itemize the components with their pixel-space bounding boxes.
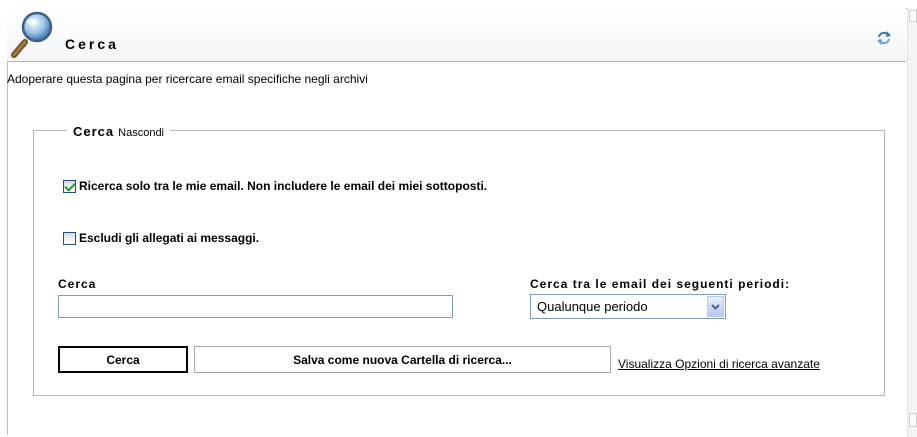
scroll-down-arrow[interactable] [909,413,917,427]
hide-toggle-link[interactable]: Nascondi [118,126,164,140]
period-selected-value: Qualunque periodo [537,299,648,314]
exclude-attachments-label[interactable]: Escludi gli allegati ai messaggi. [79,231,259,245]
period-label: Cerca tra le email dei seguenti periodi: [530,277,791,291]
fieldset-legend: Cerca Nascondi [67,125,170,140]
search-input[interactable] [58,295,453,318]
exclude-attachments-checkbox[interactable] [63,231,76,245]
vertical-scrollbar[interactable] [907,8,917,437]
magnifier-icon [11,11,53,58]
legend-title: Cerca [73,124,115,139]
exclude-attachments-option[interactable]: Escludi gli allegati ai messaggi. [63,231,259,245]
search-button[interactable]: Cerca [58,346,188,373]
period-select[interactable]: Qualunque periodo [530,294,726,319]
only-my-email-checkbox[interactable] [63,179,76,193]
query-label: Cerca [58,277,97,291]
advanced-options-link[interactable]: Visualizza Opzioni di ricerca avanzate [618,357,820,371]
intro-text: Adoperare questa pagina per ricercare em… [7,72,368,86]
scroll-up-arrow[interactable] [909,10,917,22]
page-title: Cerca [65,36,119,52]
only-my-email-option[interactable]: Ricerca solo tra le mie email. Non inclu… [63,179,487,193]
refresh-icon[interactable] [876,30,892,46]
only-my-email-label[interactable]: Ricerca solo tra le mie email. Non inclu… [79,179,487,193]
page-header: Cerca [7,8,906,62]
chevron-down-icon[interactable] [707,296,724,317]
save-search-folder-button[interactable]: Salva come nuova Cartella di ricerca... [194,346,611,373]
